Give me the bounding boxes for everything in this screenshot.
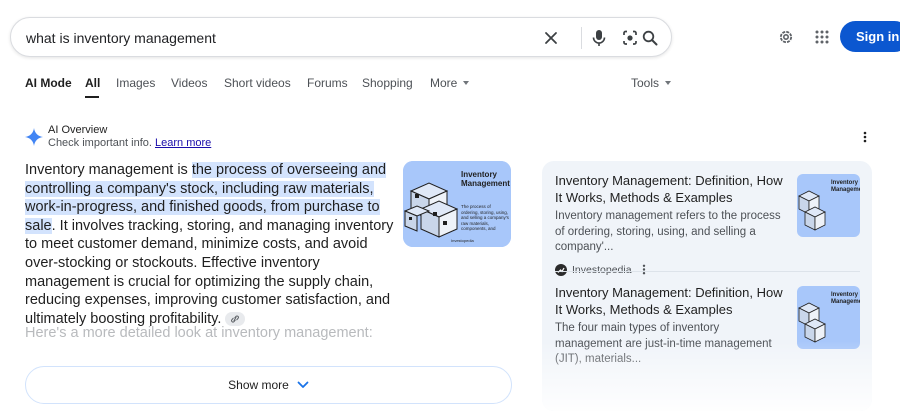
- show-more-label: Show more: [228, 378, 289, 392]
- source-divider: [555, 271, 860, 272]
- source-attribution: Investopedia: [555, 263, 860, 276]
- tools-button[interactable]: Tools: [631, 76, 672, 90]
- answer-intro: Inventory management is: [25, 162, 192, 178]
- more-vert-icon[interactable]: [642, 264, 646, 275]
- ai-disclaimer: Check important info. Learn more: [48, 137, 211, 149]
- source-thumb-title-line2: Management: [831, 187, 860, 193]
- more-vert-icon[interactable]: [858, 130, 872, 144]
- thumbnail-title: Inventory Management: [461, 170, 510, 188]
- active-tab-indicator: [85, 96, 99, 98]
- source-thumb-title-line1: Inventory: [831, 292, 859, 298]
- mic-icon[interactable]: [589, 28, 609, 48]
- thumbnail-caption: The process of ordering, storing, using,…: [461, 204, 509, 232]
- source-title[interactable]: Inventory Management: Definition, How It…: [555, 285, 785, 318]
- chevron-down-icon: [665, 80, 672, 85]
- thumbnail-title-line1: Inventory: [461, 170, 498, 179]
- tab-videos[interactable]: Videos: [171, 76, 207, 90]
- ai-sparkle-icon: [24, 127, 44, 147]
- tab-images[interactable]: Images: [116, 76, 155, 90]
- source-thumb-title: Inventory Management: [831, 180, 860, 194]
- sign-in-button[interactable]: Sign in: [840, 21, 900, 52]
- sources-panel: Inventory Management: Definition, How It…: [542, 161, 872, 411]
- source-card[interactable]: Inventory Management: Definition, How It…: [555, 173, 860, 276]
- tab-shopping[interactable]: Shopping: [362, 76, 413, 90]
- source-name: Investopedia: [572, 263, 632, 276]
- tab-short-videos[interactable]: Short videos: [224, 76, 291, 90]
- tab-forums[interactable]: Forums: [307, 76, 348, 90]
- search-icon[interactable]: [640, 28, 660, 48]
- tab-more[interactable]: More: [430, 76, 470, 90]
- chevron-down-icon: [297, 381, 309, 388]
- tab-all[interactable]: All: [85, 76, 100, 90]
- show-more-button[interactable]: Show more: [25, 366, 512, 404]
- tab-more-label: More: [430, 76, 458, 90]
- tools-label: Tools: [631, 76, 660, 90]
- source-thumb-title-line2: Management: [831, 299, 860, 305]
- apps-icon[interactable]: [812, 27, 832, 47]
- source-thumbnail[interactable]: Inventory Management: [797, 286, 860, 349]
- overview-thumbnail[interactable]: Inventory Management The process of orde…: [403, 161, 511, 247]
- ai-disclaimer-text: Check important info.: [48, 137, 152, 149]
- source-card[interactable]: Inventory Management: Definition, How It…: [555, 285, 860, 368]
- search-box[interactable]: [10, 17, 672, 57]
- followup-heading: Here's a more detailed look at inventory…: [25, 325, 373, 341]
- thumbnail-brand: Investopedia: [451, 238, 474, 243]
- source-thumbnail[interactable]: Inventory Management: [797, 174, 860, 237]
- settings-icon[interactable]: [776, 27, 796, 47]
- tab-ai-mode[interactable]: AI Mode: [25, 76, 72, 90]
- clear-icon[interactable]: [541, 28, 561, 48]
- chevron-down-icon: [463, 80, 470, 85]
- lens-icon[interactable]: [620, 28, 640, 48]
- answer-body: . It involves tracking, storing, and man…: [25, 217, 394, 327]
- source-thumb-title-line1: Inventory: [831, 180, 859, 186]
- source-snippet: Inventory management refers to the proce…: [555, 210, 781, 253]
- source-thumb-title: Inventory Management: [831, 292, 860, 306]
- search-divider: [581, 27, 582, 49]
- source-snippet: The four main types of inventory managem…: [555, 322, 772, 365]
- investopedia-logo: [555, 263, 567, 276]
- thumbnail-title-line2: Management: [461, 179, 510, 188]
- source-title[interactable]: Inventory Management: Definition, How It…: [555, 173, 785, 206]
- link-icon[interactable]: [225, 311, 246, 326]
- ai-overview-answer: Inventory management is the process of o…: [25, 161, 395, 328]
- ai-overview-title: AI Overview: [48, 124, 108, 136]
- learn-more-link[interactable]: Learn more: [155, 137, 211, 149]
- search-input[interactable]: [26, 28, 526, 48]
